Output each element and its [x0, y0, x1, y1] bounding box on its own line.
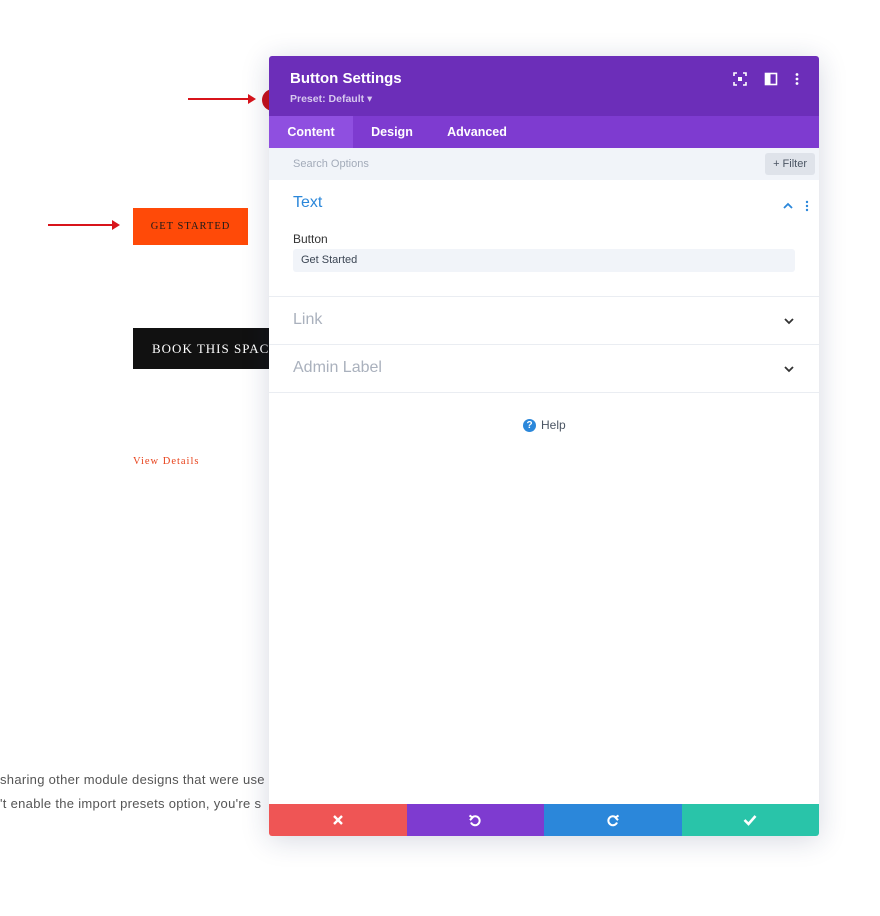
text-section: Text Button Get Started [269, 180, 819, 297]
admin-label-section-title[interactable]: Admin Label [293, 359, 382, 377]
chevron-down-icon[interactable] [783, 363, 795, 375]
button-settings-modal: Button Settings Preset: Default ▾ Conten… [269, 56, 819, 836]
modal-tabs: Content Design Advanced [269, 116, 819, 148]
modal-footer [269, 804, 819, 836]
redo-button[interactable] [544, 804, 682, 836]
section-options-icon[interactable] [801, 200, 813, 212]
help-link[interactable]: ? Help [523, 418, 566, 432]
button-field-label: Button [293, 232, 328, 246]
more-options-icon[interactable] [790, 72, 804, 86]
get-started-button[interactable]: GET STARTED [133, 208, 248, 245]
tab-content[interactable]: Content [269, 116, 353, 148]
button-text-input[interactable]: Get Started [293, 249, 795, 272]
text-section-title[interactable]: Text [293, 194, 322, 212]
help-icon: ? [523, 418, 536, 432]
book-this-space-button[interactable]: BOOK THIS SPACE [133, 328, 283, 369]
filter-button[interactable]: + Filter [765, 153, 815, 175]
view-details-link[interactable]: View Details [133, 456, 199, 467]
tab-design[interactable]: Design [353, 116, 431, 148]
modal-header: Button Settings Preset: Default ▾ [269, 56, 819, 116]
admin-label-section[interactable]: Admin Label [269, 344, 819, 393]
help-label: Help [541, 418, 566, 432]
undo-button[interactable] [406, 804, 544, 836]
body-text-line-2: 't enable the import presets option, you… [0, 796, 262, 811]
search-input[interactable]: Search Options [293, 158, 369, 170]
preset-dropdown[interactable]: Preset: Default ▾ [290, 93, 372, 105]
split-view-icon[interactable] [764, 72, 778, 86]
link-section[interactable]: Link [269, 296, 819, 345]
chevron-down-icon[interactable] [783, 315, 795, 327]
search-bar: Search Options + Filter [269, 148, 819, 180]
close-icon [332, 815, 343, 825]
body-text-line-1: sharing other module designs that were u… [0, 772, 265, 787]
link-section-title[interactable]: Link [293, 311, 322, 329]
undo-icon [469, 814, 481, 827]
annotation-arrow-button [48, 220, 120, 230]
cancel-button[interactable] [269, 804, 407, 836]
redo-icon [607, 814, 619, 827]
chevron-up-icon[interactable] [782, 200, 794, 212]
expand-icon[interactable] [733, 72, 747, 86]
modal-title: Button Settings [290, 70, 402, 87]
check-icon [743, 815, 757, 826]
save-button[interactable] [681, 804, 819, 836]
tab-advanced[interactable]: Advanced [431, 116, 523, 148]
annotation-arrow-preset [188, 94, 256, 104]
